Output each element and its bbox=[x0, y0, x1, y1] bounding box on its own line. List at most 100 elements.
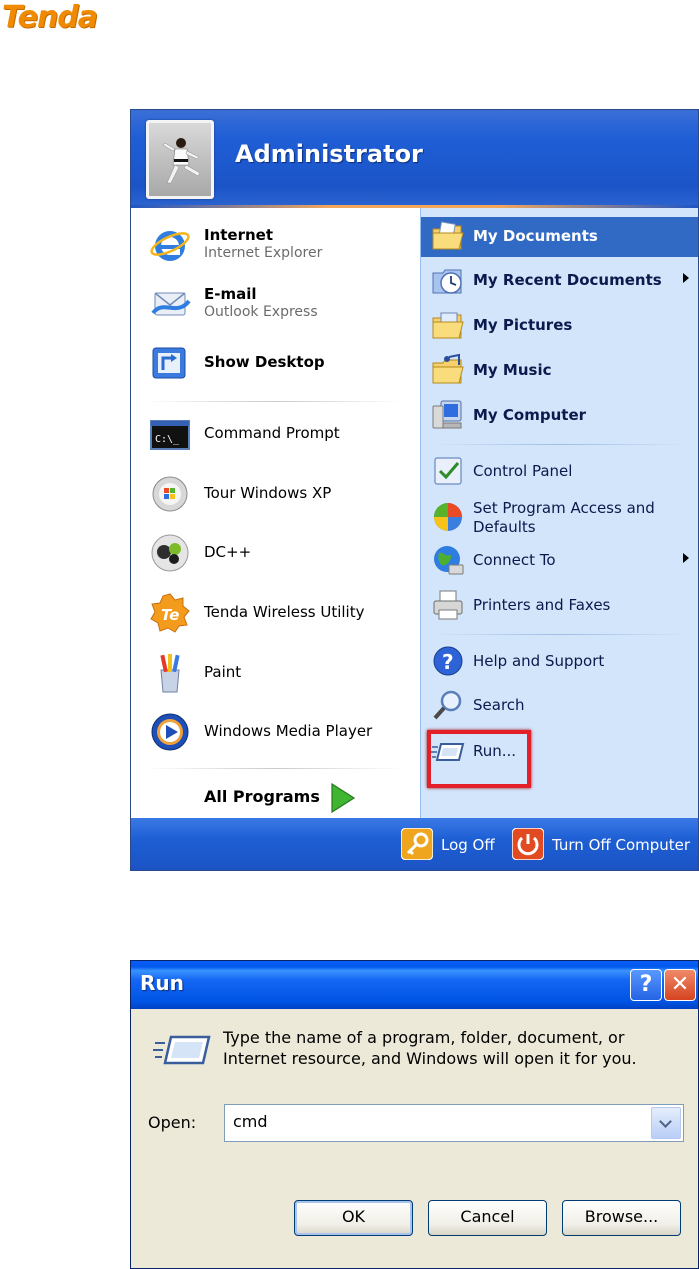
recent-tour-windows[interactable]: Tour Windows XP bbox=[149, 469, 409, 519]
recent-documents-icon bbox=[432, 269, 462, 294]
svg-text:?: ? bbox=[442, 650, 454, 674]
menu-help-support[interactable]: ? Help and Support bbox=[421, 642, 698, 682]
menu-label: My Computer bbox=[473, 406, 587, 424]
tenda-logo: Tenda bbox=[2, 0, 98, 35]
recent-label: Paint bbox=[204, 663, 242, 681]
computer-icon bbox=[432, 400, 462, 429]
run-icon bbox=[153, 1035, 211, 1065]
recent-tenda-utility[interactable]: Te Tenda Wireless Utility bbox=[149, 588, 409, 638]
recent-label: DC++ bbox=[204, 543, 252, 561]
globe-icon bbox=[434, 546, 464, 575]
internet-explorer-icon bbox=[150, 231, 190, 261]
username: Administrator bbox=[235, 140, 423, 168]
recent-paint[interactable]: Paint bbox=[149, 648, 409, 698]
tour-windows-icon bbox=[152, 476, 188, 512]
all-programs-button[interactable]: All Programs bbox=[204, 782, 384, 814]
turn-off-label: Turn Off Computer bbox=[552, 836, 691, 854]
recent-command-prompt[interactable]: C:\_ Command Prompt bbox=[149, 409, 409, 459]
submenu-arrow-icon bbox=[683, 553, 689, 563]
svg-text:C:\_: C:\_ bbox=[155, 434, 180, 445]
green-arrow-icon bbox=[331, 782, 356, 814]
recent-media-player[interactable]: Windows Media Player bbox=[149, 707, 409, 757]
cancel-button[interactable]: Cancel bbox=[428, 1200, 547, 1236]
command-prompt-icon: C:\_ bbox=[150, 420, 190, 450]
music-folder-icon bbox=[432, 353, 464, 384]
recent-label: Command Prompt bbox=[204, 424, 340, 442]
close-button[interactable]: ✕ bbox=[664, 969, 696, 1001]
documents-folder-icon bbox=[432, 221, 464, 250]
menu-label: My Pictures bbox=[473, 316, 573, 334]
help-button[interactable]: ? bbox=[630, 969, 662, 1001]
browse-button[interactable]: Browse... bbox=[562, 1200, 681, 1236]
left-divider bbox=[145, 401, 405, 402]
run-dialog-titlebar[interactable]: Run ? ✕ bbox=[131, 961, 698, 1009]
menu-my-computer[interactable]: My Computer bbox=[421, 396, 698, 436]
menu-label: Printers and Faxes bbox=[473, 596, 611, 614]
dropdown-button[interactable] bbox=[651, 1107, 681, 1139]
menu-label: Connect To bbox=[473, 551, 556, 569]
recent-label: Tenda Wireless Utility bbox=[204, 603, 365, 621]
menu-set-program-access[interactable]: Set Program Access and Defaults bbox=[421, 498, 698, 538]
pinned-subtitle: Outlook Express bbox=[204, 304, 318, 320]
menu-label: Control Panel bbox=[473, 462, 573, 480]
pinned-title: E-mail bbox=[204, 285, 257, 303]
show-desktop-icon bbox=[152, 347, 186, 379]
recent-label: Tour Windows XP bbox=[204, 484, 332, 502]
search-icon bbox=[433, 690, 462, 720]
start-menu-footer: Log Off Turn Off Computer bbox=[131, 818, 698, 870]
turn-off-button[interactable]: Turn Off Computer bbox=[512, 826, 692, 862]
all-programs-label: All Programs bbox=[204, 787, 320, 806]
submenu-arrow-icon bbox=[683, 273, 689, 283]
log-off-icon bbox=[401, 828, 433, 860]
pinned-show-desktop[interactable]: Show Desktop bbox=[149, 338, 409, 388]
tenda-utility-icon: Te bbox=[150, 593, 190, 633]
right-divider bbox=[431, 444, 689, 445]
printer-icon bbox=[433, 590, 463, 620]
start-menu-left-pane: Internet Internet Explorer E-mail Outloo… bbox=[131, 208, 420, 818]
run-dialog: Run ? ✕ Type the name of a program, fold… bbox=[130, 960, 699, 1269]
pinned-title: Internet bbox=[204, 226, 274, 244]
start-menu-header: Administrator bbox=[131, 110, 698, 205]
media-player-icon bbox=[151, 713, 189, 751]
help-icon: ? bbox=[433, 646, 463, 676]
open-input-value[interactable]: cmd bbox=[233, 1112, 268, 1131]
open-combobox[interactable]: cmd bbox=[224, 1104, 684, 1142]
dialog-title: Run bbox=[140, 971, 184, 995]
menu-control-panel[interactable]: Control Panel bbox=[421, 452, 698, 492]
left-divider-bottom bbox=[145, 768, 405, 769]
menu-my-recent-documents[interactable]: My Recent Documents bbox=[421, 261, 698, 301]
menu-my-documents[interactable]: My Documents bbox=[421, 217, 698, 257]
pinned-title: Show Desktop bbox=[204, 353, 325, 371]
menu-search[interactable]: Search bbox=[421, 686, 698, 726]
pinned-email[interactable]: E-mail Outlook Express bbox=[149, 279, 409, 329]
program-access-icon bbox=[434, 503, 462, 531]
menu-connect-to[interactable]: Connect To bbox=[421, 541, 698, 581]
pinned-internet[interactable]: Internet Internet Explorer bbox=[149, 220, 409, 270]
menu-label: My Music bbox=[473, 361, 552, 379]
run-highlight-box bbox=[427, 730, 531, 788]
run-description: Type the name of a program, folder, docu… bbox=[223, 1028, 637, 1068]
user-avatar[interactable] bbox=[146, 120, 214, 199]
pictures-folder-icon bbox=[432, 312, 464, 339]
menu-my-pictures[interactable]: My Pictures bbox=[421, 306, 698, 346]
control-panel-icon bbox=[434, 457, 462, 485]
start-menu-right-pane: My Documents My Recent Documents My Pict… bbox=[420, 208, 698, 818]
menu-label: My Recent Documents bbox=[473, 271, 662, 289]
pinned-subtitle: Internet Explorer bbox=[204, 245, 323, 261]
menu-printers-faxes[interactable]: Printers and Faxes bbox=[421, 586, 698, 626]
log-off-label: Log Off bbox=[441, 836, 495, 854]
svg-text:Te: Te bbox=[161, 606, 179, 624]
menu-label: Search bbox=[473, 696, 525, 714]
right-divider-2 bbox=[431, 634, 689, 635]
ok-button[interactable]: OK bbox=[294, 1200, 413, 1236]
power-icon bbox=[512, 828, 544, 860]
menu-my-music[interactable]: My Music bbox=[421, 351, 698, 391]
paint-icon bbox=[160, 654, 180, 693]
menu-label: Set Program Access and Defaults bbox=[473, 499, 655, 536]
menu-label: My Documents bbox=[473, 227, 598, 245]
outlook-express-icon bbox=[151, 292, 191, 316]
log-off-button[interactable]: Log Off bbox=[401, 826, 501, 862]
menu-label: Help and Support bbox=[473, 652, 605, 670]
recent-dcpp[interactable]: DC++ bbox=[149, 528, 409, 578]
dcpp-icon bbox=[151, 534, 189, 572]
